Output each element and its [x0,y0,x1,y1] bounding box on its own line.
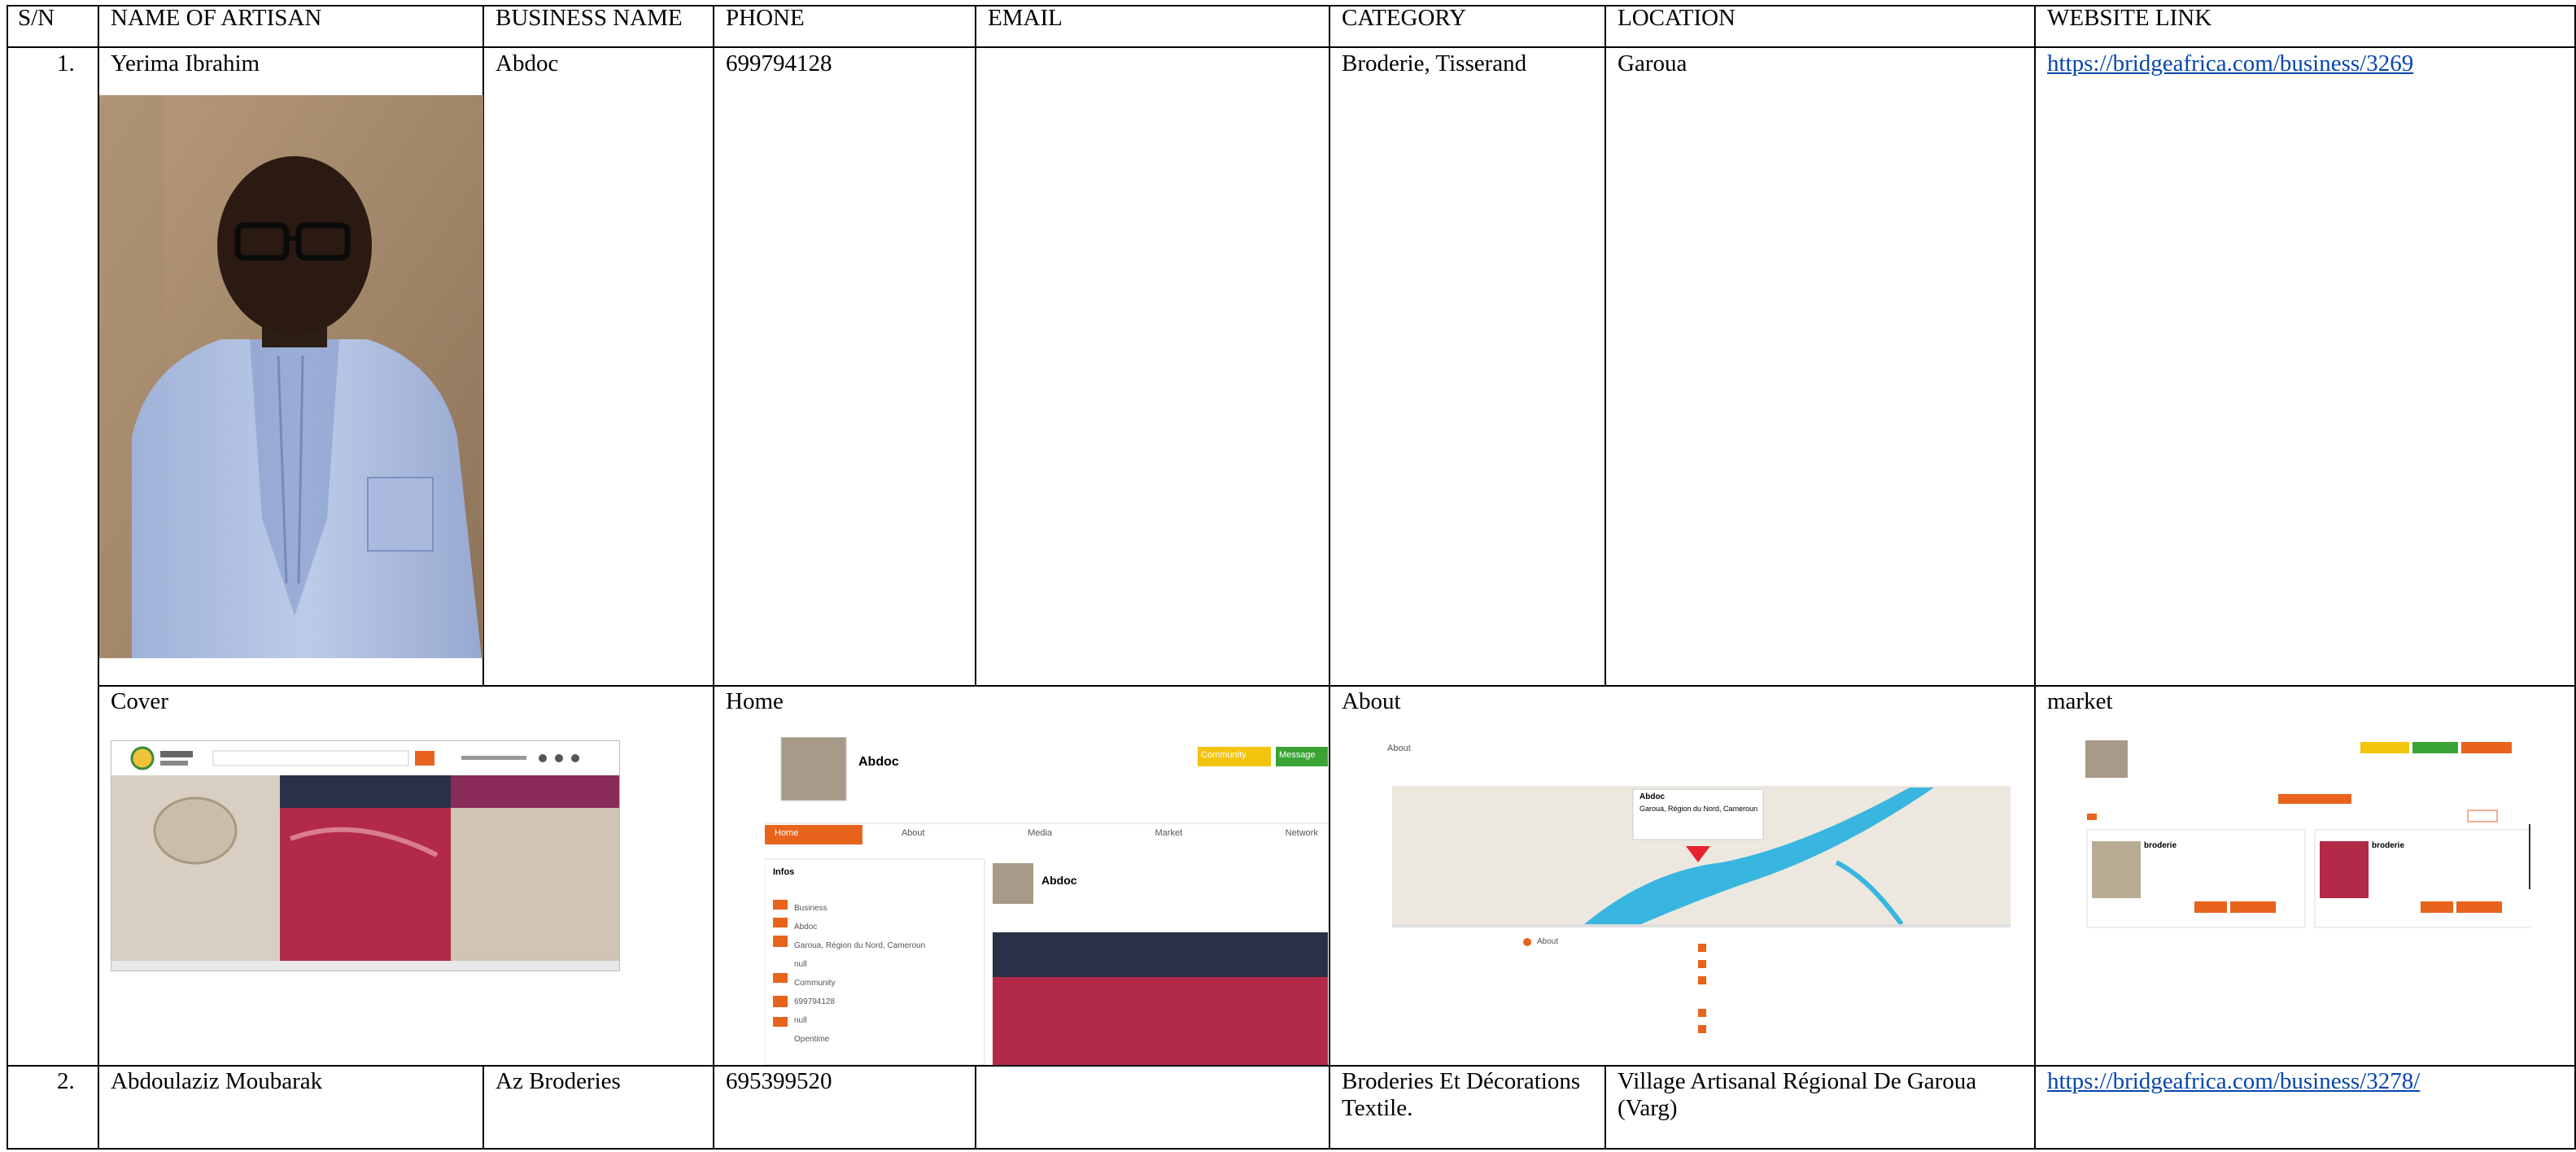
header-row-bottom [7,46,2576,48]
header-category: CATEGORY [1342,5,1467,31]
label-cover: Cover [111,688,168,714]
row2-location-line2: (Varg) [1618,1095,1678,1121]
home-tab: Network [1285,828,1318,838]
about-section-label: About [1537,937,1559,946]
row1-info-bottom [98,685,2576,687]
row1-phone: 699794128 [726,50,832,76]
table-border-bottom [7,1148,2576,1150]
label-about: About [1342,688,1401,714]
label-home: Home [726,688,784,714]
row1-name: Yerima Ibrahim [111,50,260,76]
home-community-button: Community [1201,750,1247,760]
home-info-item: Business [794,904,827,913]
row2-phone: 695399520 [726,1068,832,1094]
row1-sn: 1. [57,50,75,76]
header-business: BUSINESS NAME [496,5,683,31]
cover-screenshot [111,740,620,971]
market-product-name: broderie [2372,841,2405,850]
home-info-item: Opentime [794,1035,830,1044]
market-screenshot: broderie broderie [2079,739,2530,952]
col-line-6a [1605,5,1606,686]
home-tab: About [901,828,925,838]
home-info-item: Garoua, Région du Nord, Cameroun [794,941,926,950]
row1-business: Abdoc [496,50,559,76]
row1-bottom [7,1065,2576,1067]
home-tabs: Home About Media Market Network [775,828,1318,838]
col-line-3 [713,5,714,1150]
header-website: WEBSITE LINK [2047,5,2212,31]
header-email: EMAIL [988,5,1063,31]
home-tab: Media [1028,828,1053,838]
home-info-item: Abdoc [794,923,818,932]
home-tab: Market [1155,828,1183,838]
home-info-item: null [794,1016,807,1025]
col-line-4b [975,1065,976,1150]
row1-website-link[interactable]: https://bridgeafrica.com/business/3269 [2047,50,2413,77]
row1-category: Broderie, Tisserand [1342,50,1527,76]
home-info-heading: Infos [773,867,795,877]
home-message-button: Message [1279,750,1316,760]
home-business-name: Abdoc [858,755,899,769]
header-phone: PHONE [726,5,805,31]
row2-name: Abdoulaziz Moubarak [111,1068,323,1094]
home-screenshot: Abdoc Community Message Home About Media… [765,737,1328,1065]
row2-sn: 2. [57,1068,75,1094]
row2-location-line1: Village Artisanal Régional De Garoua [1618,1068,1977,1094]
label-market: market [2047,688,2113,714]
about-heading: About [1387,744,1411,753]
col-line-7 [2034,5,2036,1150]
market-product-name: broderie [2144,841,2177,850]
row2-business: Az Broderies [496,1068,621,1094]
row2-category-line1: Broderies Et Décorations [1342,1068,1581,1094]
home-info-item: null [794,960,807,969]
header-name: NAME OF ARTISAN [111,5,322,31]
header-sn: S/N [18,5,55,31]
home-tab: Home [775,828,799,838]
header-location: LOCATION [1618,5,1736,31]
col-line-6b [1605,1065,1606,1150]
row1-location: Garoua [1618,50,1687,76]
about-popup-address: Garoua, Région du Nord, Cameroun [1639,805,1758,813]
artisan-photo [99,95,483,658]
about-popup-name: Abdoc [1639,792,1666,801]
col-line-4a [975,5,976,686]
about-screenshot: About Abdoc Garoua, Région du Nord, Came… [1381,740,2019,1057]
home-info-list: Business Abdoc Garoua, Région du Nord, C… [794,899,981,1049]
col-line-2b [482,1065,484,1150]
col-line-5 [1329,5,1330,1150]
home-info-item: 699794128 [794,997,836,1006]
home-post-name: Abdoc [1041,874,1077,887]
row2-category-line2: Textile. [1342,1095,1413,1121]
home-info-item: Community [794,979,836,988]
row2-website-link[interactable]: https://bridgeafrica.com/business/3278/ [2047,1068,2420,1095]
col-line-0 [7,5,8,1150]
